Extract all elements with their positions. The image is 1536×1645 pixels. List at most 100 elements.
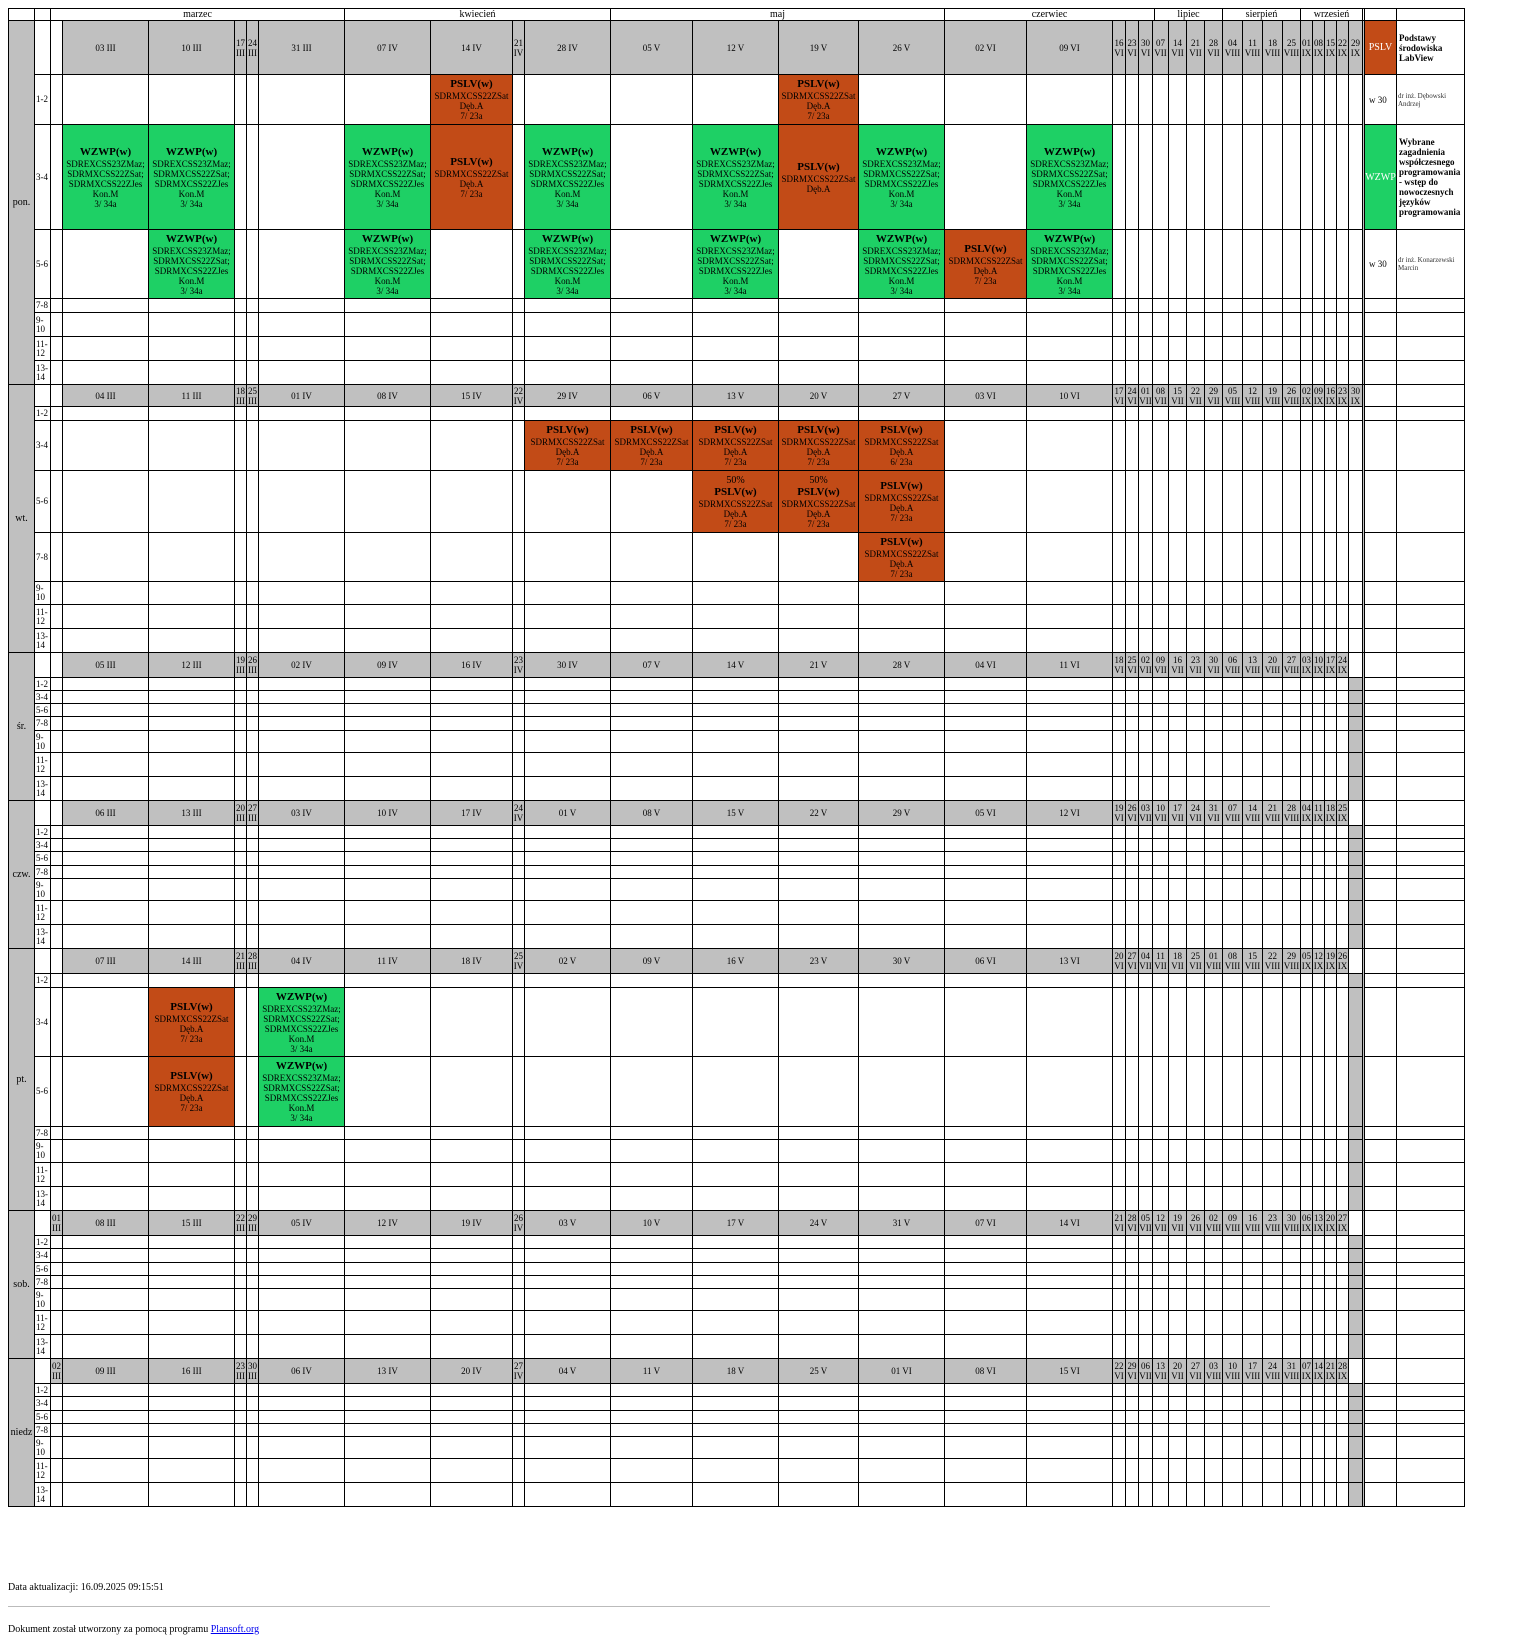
grid-cell <box>1282 851 1301 866</box>
grid-cell <box>344 1423 431 1437</box>
grid-cell <box>1348 825 1363 839</box>
class-title: PSLV(w) <box>170 1070 213 1082</box>
class-block-pslv[interactable]: PSLV(w) SDRMXCSS22ZSat Dęb.A 7/ 23a <box>944 229 1027 299</box>
class-block-pslv[interactable]: 50% PSLV(w) SDRMXCSS22ZSat Dęb.A 7/ 23a <box>778 470 859 533</box>
class-block-wzwp[interactable]: WZWP(w) SDREXCSS23ZMaz; SDRMXCSS22ZSat; SDR… <box>258 1056 345 1127</box>
group-line: SDRMXCSS22ZJes <box>264 1093 339 1103</box>
class-block-wzwp[interactable]: WZWP(w) SDREXCSS23ZMaz; SDRMXCSS22ZSat; SDR… <box>62 124 149 230</box>
date-cell: 08 VI <box>944 1358 1027 1384</box>
grid-cell <box>1222 1139 1243 1163</box>
grid-cell <box>610 1482 693 1507</box>
teacher-label: Kon.M <box>1056 188 1083 199</box>
group-line: SDRMXCSS22ZSat; <box>67 168 144 179</box>
class-block-pslv[interactable]: PSLV(w) SDRMXCSS22ZSat Dęb.A 7/ 23a <box>430 124 513 230</box>
class-block-pslv[interactable]: PSLV(w) SDRMXCSS22ZSat Dęb.A 7/ 23a <box>858 470 945 533</box>
class-block-wzwp[interactable]: WZWP(w) SDREXCSS23ZMaz; SDRMXCSS22ZSat; SDR… <box>1026 229 1113 299</box>
slot-label: 9-10 <box>34 1436 51 1459</box>
grid-cell <box>944 1235 1027 1249</box>
class-block-wzwp[interactable]: WZWP(w) SDREXCSS23ZMaz; SDRMXCSS22ZSat; SDR… <box>524 124 611 230</box>
grid-cell <box>1026 581 1113 605</box>
grid-cell <box>1112 865 1126 879</box>
date-cell: 16 IV <box>430 652 513 678</box>
class-block-wzwp[interactable]: WZWP(w) SDREXCSS23ZMaz; SDRMXCSS22ZSat; SDR… <box>148 124 235 230</box>
class-block-pslv[interactable]: PSLV(w) SDRMXCSS22ZSat Dęb.A 7/ 23a <box>430 74 513 125</box>
class-block-pslv[interactable]: PSLV(w) SDRMXCSS22ZSat Dęb.A <box>778 124 859 230</box>
grid-cell <box>1222 1396 1243 1411</box>
grid-cell <box>148 825 235 839</box>
grid-cell <box>1242 1139 1263 1163</box>
grid-cell <box>1282 74 1301 125</box>
grid-cell <box>1125 690 1139 704</box>
grid-cell <box>1026 1275 1113 1289</box>
grid-cell <box>1282 1139 1301 1163</box>
class-block-pslv[interactable]: PSLV(w) SDRMXCSS22ZSat Dęb.A 7/ 23a <box>858 532 945 582</box>
grid-cell <box>692 1334 779 1359</box>
slot-header <box>34 1210 51 1236</box>
grid-cell <box>1112 581 1126 605</box>
grid-cell <box>1282 900 1301 925</box>
grid-cell <box>1168 1126 1187 1140</box>
class-block-wzwp[interactable]: WZWP(w) SDREXCSS23ZMaz; SDRMXCSS22ZSat; SDR… <box>148 229 235 299</box>
class-block-pslv[interactable]: PSLV(w) SDRMXCSS22ZSat Dęb.A 7/ 23a <box>778 74 859 125</box>
class-block-pslv[interactable]: PSLV(w) SDRMXCSS22ZSat Dęb.A 7/ 23a <box>692 420 779 471</box>
grid-cell <box>524 1423 611 1437</box>
grid-cell <box>430 1139 513 1163</box>
class-block-pslv[interactable]: PSLV(w) SDRMXCSS22ZSat Dęb.A 7/ 23a <box>524 420 611 471</box>
date-cell: 24 VII <box>1186 800 1205 826</box>
plansoft-link[interactable]: Plansoft.org <box>211 1624 259 1635</box>
grid-cell <box>692 987 779 1057</box>
class-block-pslv[interactable]: PSLV(w) SDRMXCSS22ZSat Dęb.A 7/ 23a <box>148 1056 235 1127</box>
grid-cell <box>1125 1436 1139 1459</box>
group-line: SDRMXCSS22ZSat; <box>1031 168 1108 179</box>
date-cell: 31 VIII <box>1282 1358 1301 1384</box>
date-cell: 10 VI <box>1026 384 1113 407</box>
class-block-wzwp[interactable]: WZWP(w) SDREXCSS23ZMaz; SDRMXCSS22ZSat; SDR… <box>258 987 345 1057</box>
class-block-wzwp[interactable]: WZWP(w) SDREXCSS23ZMaz; SDRMXCSS22ZSat; SDR… <box>858 229 945 299</box>
grid-cell <box>62 1334 149 1359</box>
grid-cell <box>1125 878 1139 901</box>
grid-cell <box>1125 987 1139 1057</box>
grid-cell <box>944 1248 1027 1263</box>
grid-cell <box>1348 924 1363 949</box>
grid-cell <box>1348 987 1363 1057</box>
class-block-wzwp[interactable]: WZWP(w) SDREXCSS23ZMaz; SDRMXCSS22ZSat; SDR… <box>344 124 431 230</box>
grid-cell <box>148 690 235 704</box>
grid-cell <box>858 677 945 691</box>
grid-cell <box>344 1310 431 1335</box>
grid-cell <box>610 752 693 777</box>
class-block-wzwp[interactable]: WZWP(w) SDREXCSS23ZMaz; SDRMXCSS22ZSat; SDR… <box>524 229 611 299</box>
grid-cell <box>524 1288 611 1311</box>
date-cell: 09 III <box>62 1358 149 1384</box>
grid-cell <box>62 825 149 839</box>
class-block-wzwp[interactable]: WZWP(w) SDREXCSS23ZMaz; SDRMXCSS22ZSat; SDR… <box>692 229 779 299</box>
class-block-wzwp[interactable]: WZWP(w) SDREXCSS23ZMaz; SDRMXCSS22ZSat; SDR… <box>344 229 431 299</box>
grid-cell <box>1186 1235 1205 1249</box>
grid-cell <box>1026 690 1113 704</box>
grid-cell <box>148 532 235 582</box>
grid-cell <box>1262 973 1283 988</box>
grid-cell <box>1152 124 1169 230</box>
class-block-wzwp[interactable]: WZWP(w) SDREXCSS23ZMaz; SDRMXCSS22ZSat; SDR… <box>858 124 945 230</box>
group-line: SDRMXCSS22ZSat <box>948 255 1023 266</box>
grid-cell <box>778 1262 859 1276</box>
class-block-wzwp[interactable]: WZWP(w) SDREXCSS23ZMaz; SDRMXCSS22ZSat; SDR… <box>1026 124 1113 230</box>
class-block-wzwp[interactable]: WZWP(w) SDREXCSS23ZMaz; SDRMXCSS22ZSat; SDR… <box>692 124 779 230</box>
teacher-label: Dęb.A <box>889 558 914 569</box>
legend-cell <box>1364 703 1397 717</box>
grid-cell <box>1222 470 1243 533</box>
grid-cell <box>1152 1334 1169 1359</box>
class-block-pslv[interactable]: PSLV(w) SDRMXCSS22ZSat Dęb.A 6/ 23a <box>858 420 945 471</box>
grid-cell <box>1204 1139 1223 1163</box>
legend-cell <box>1364 948 1397 974</box>
grid-cell <box>1204 1334 1223 1359</box>
grid-cell <box>1282 336 1301 361</box>
grid-cell <box>1152 1162 1169 1187</box>
grid-cell <box>1125 336 1139 361</box>
class-block-pslv[interactable]: PSLV(w) SDRMXCSS22ZSat Dęb.A 7/ 23a <box>148 987 235 1057</box>
date-cell: 28 IV <box>524 20 611 75</box>
class-block-pslv[interactable]: PSLV(w) SDRMXCSS22ZSat Dęb.A 7/ 23a <box>778 420 859 471</box>
grid-cell <box>610 1310 693 1335</box>
class-block-pslv[interactable]: PSLV(w) SDRMXCSS22ZSat Dęb.A 7/ 23a <box>610 420 693 471</box>
grid-cell <box>430 229 513 299</box>
class-block-pslv[interactable]: 50% PSLV(w) SDRMXCSS22ZSat Dęb.A 7/ 23a <box>692 470 779 533</box>
